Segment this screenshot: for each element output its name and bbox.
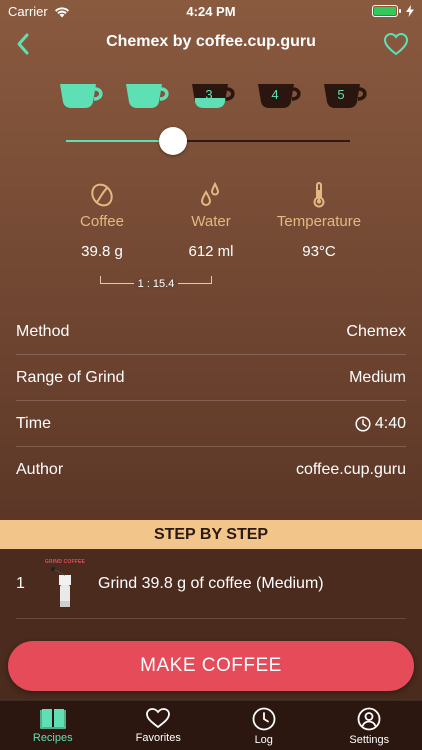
detail-value: coffee.cup.guru [295, 461, 406, 478]
tab-log[interactable]: Log [211, 701, 317, 750]
step-divider [16, 618, 406, 619]
tab-bar: Recipes Favorites Log Settings [0, 700, 422, 750]
slider-thumb[interactable] [159, 127, 187, 155]
brew-ratio: 1 : 15.4 [100, 276, 212, 292]
back-chevron-icon[interactable] [10, 30, 38, 58]
detail-label: Method [16, 322, 70, 340]
favorite-heart-icon[interactable] [382, 30, 410, 58]
thermometer-icon [313, 182, 325, 208]
cup-number: 4 [271, 87, 279, 102]
ratio-value: 1 : 15.4 [133, 278, 179, 290]
detail-value: Chemex [346, 322, 406, 340]
clock-icon [252, 707, 276, 731]
slider-fill [66, 140, 173, 142]
status-time: 4:24 PM [186, 4, 236, 19]
step-number: 1 [16, 575, 25, 592]
param-value: 93°C [302, 243, 336, 260]
detail-row-method: Method Chemex [16, 309, 406, 355]
tab-label: Log [254, 734, 273, 746]
detail-label: Time [16, 414, 51, 432]
param-value: 39.8 g [81, 243, 123, 260]
make-coffee-button[interactable]: MAKE COFFEE [8, 641, 414, 691]
page-title: Chemex by coffee.cup.guru [106, 33, 316, 50]
tab-label: Recipes [32, 732, 73, 744]
tab-label: Favorites [135, 732, 181, 744]
detail-row-time: Time 4:40 [16, 401, 406, 447]
book-icon [40, 709, 66, 729]
cup-option-5[interactable]: 5 [322, 80, 368, 110]
user-icon [357, 707, 381, 731]
tab-recipes[interactable]: Recipes [0, 701, 106, 750]
param-label: Coffee [80, 213, 124, 230]
cups-slider[interactable] [66, 126, 350, 156]
nav-bar: Chemex by coffee.cup.guru [0, 26, 422, 62]
detail-row-author: Author coffee.cup.guru [16, 447, 406, 493]
param-temperature: Temperature 93°C [259, 180, 379, 260]
detail-value: Medium [349, 368, 406, 386]
param-coffee: Coffee 39.8 g [42, 180, 162, 260]
param-label: Water [191, 213, 231, 230]
recipe-details: Method Chemex Range of Grind Medium Time… [16, 309, 406, 493]
cup-icon [126, 84, 169, 108]
step-by-step-header: STEP BY STEP [0, 520, 422, 549]
cup-number: 5 [337, 87, 345, 102]
step-text: Grind 39.8 g of coffee (Medium) [98, 575, 324, 592]
tab-label: Settings [349, 734, 390, 746]
heart-icon [146, 708, 171, 729]
detail-value-wrap: 4:40 [355, 415, 406, 433]
cup-option-3[interactable]: 3 [190, 80, 236, 110]
status-bar: Carrier 4:24 PM [0, 0, 422, 22]
tab-favorites[interactable]: Favorites [106, 701, 212, 750]
coffee-bean-icon [91, 183, 113, 207]
detail-label: Range of Grind [16, 368, 125, 386]
clock-icon [355, 415, 371, 432]
cup-option-1[interactable] [58, 80, 104, 110]
cup-option-4[interactable]: 4 [256, 80, 302, 110]
param-value: 612 ml [188, 243, 234, 260]
detail-row-grind: Range of Grind Medium [16, 355, 406, 401]
cup-icon [60, 84, 103, 108]
cup-selector: 3 4 5 [58, 80, 368, 110]
detail-label: Author [16, 461, 64, 478]
param-label: Temperature [276, 213, 362, 230]
param-water: Water 612 ml [151, 180, 271, 260]
detail-value: 4:40 [374, 414, 406, 432]
tab-settings[interactable]: Settings [317, 701, 422, 750]
water-drops-icon [200, 182, 220, 206]
step-image: GRIND COFFEE [44, 559, 86, 619]
charging-bolt-icon [406, 5, 414, 17]
cup-number: 3 [205, 87, 213, 102]
coffee-grinder-icon [51, 567, 71, 607]
status-right [372, 5, 414, 17]
battery-icon [372, 5, 401, 17]
cup-option-2[interactable] [124, 80, 170, 110]
